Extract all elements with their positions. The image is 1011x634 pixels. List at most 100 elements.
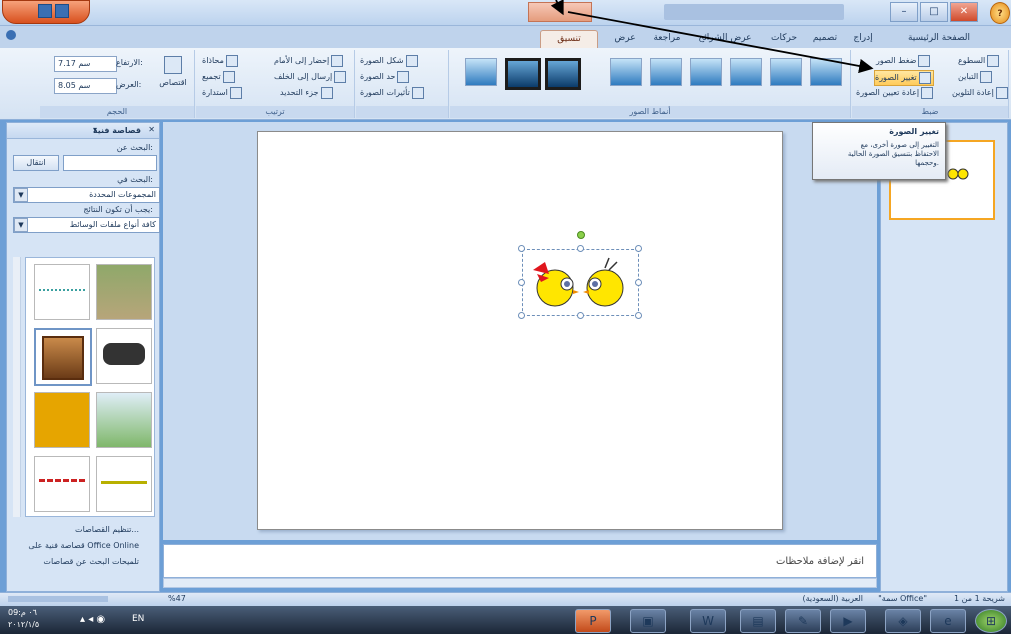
pane-close-icon[interactable]: ✕: [148, 125, 155, 134]
send-back-icon: [334, 70, 347, 83]
results-dropdown-icon[interactable]: ▼: [14, 218, 28, 232]
contrast-button[interactable]: التباين: [958, 70, 994, 84]
clip-item-painting[interactable]: [34, 328, 92, 386]
resize-handle-b[interactable]: [577, 312, 584, 319]
picture-style-5[interactable]: [650, 58, 682, 86]
change-picture-button[interactable]: تغيير الصورة: [874, 70, 934, 86]
picture-style-7[interactable]: [545, 58, 581, 90]
horizontal-scrollbar[interactable]: [163, 578, 877, 588]
selected-picture[interactable]: [522, 249, 639, 316]
help-icon[interactable]: ?: [990, 2, 1010, 24]
picture-style-2[interactable]: [770, 58, 802, 86]
resize-handle-tl[interactable]: [518, 245, 525, 252]
tab-insert[interactable]: إدراج: [846, 30, 880, 46]
minimize-button[interactable]: –: [890, 2, 918, 22]
start-button[interactable]: ⊞: [975, 609, 1007, 633]
clip-item-red-border[interactable]: [34, 456, 90, 512]
taskbar-app-folder-icon[interactable]: ▤: [740, 609, 776, 633]
taskbar-app-ie-icon[interactable]: e: [930, 609, 966, 633]
clip-item-eiffel[interactable]: [96, 392, 152, 448]
tab-home[interactable]: الصفحة الرئيسية: [884, 30, 994, 46]
resize-handle-r[interactable]: [635, 279, 642, 286]
picture-style-1[interactable]: [810, 58, 842, 86]
search-for-label: البحث عن:: [116, 143, 153, 152]
language-indicator[interactable]: EN: [132, 614, 144, 624]
ribbon-minimize-icon[interactable]: [6, 30, 16, 40]
taskbar-app-media-icon[interactable]: ▶: [830, 609, 866, 633]
slide-canvas[interactable]: [257, 131, 783, 530]
resize-handle-l[interactable]: [518, 279, 525, 286]
search-input[interactable]: [63, 155, 157, 171]
picture-border-button[interactable]: حد الصورة: [360, 70, 411, 84]
clock-date: ٢٠١٢/١/٥: [8, 620, 40, 629]
send-to-back-button[interactable]: إرسال إلى الخلف: [274, 70, 348, 84]
picture-style-3[interactable]: [730, 58, 762, 86]
taskbar-app-explorer-icon[interactable]: ◈: [885, 609, 921, 633]
taskbar-app-word-icon[interactable]: W: [690, 609, 726, 633]
office-online-link[interactable]: قصاصة فنية على Office Online: [28, 541, 139, 550]
compress-pictures-button[interactable]: ضغط الصور: [876, 54, 932, 68]
align-icon: [225, 54, 238, 67]
picture-style-8[interactable]: [505, 58, 541, 90]
taskbar-app-paint-icon[interactable]: ✎: [785, 609, 821, 633]
tab-design[interactable]: تصميم: [806, 30, 844, 46]
clip-item-wave[interactable]: [96, 456, 152, 512]
organize-clips-link[interactable]: تنظيم القصاصات...: [75, 525, 139, 534]
picture-shape-button[interactable]: شكل الصورة: [360, 54, 420, 68]
search-in-dropdown-icon[interactable]: ▼: [14, 188, 28, 202]
close-button[interactable]: ✕: [950, 2, 978, 22]
tab-animations[interactable]: حركات: [764, 30, 804, 46]
tab-view[interactable]: عرض: [606, 30, 644, 46]
quick-access-toolbar: [38, 4, 88, 20]
resize-handle-bl[interactable]: [518, 312, 525, 319]
width-spinner[interactable]: 8.05 سم: [54, 78, 117, 94]
pane-menu-icon[interactable]: ▾: [93, 125, 97, 134]
theme-name: "سمة Office": [878, 594, 927, 603]
zoom-slider[interactable]: [8, 596, 108, 602]
taskbar-app-powerpoint-icon[interactable]: P: [575, 609, 611, 633]
selection-pane-button[interactable]: جزء التحديد: [280, 86, 335, 100]
recolor-button[interactable]: إعادة التلوين: [952, 86, 1010, 100]
group-button[interactable]: تجميع: [202, 70, 237, 84]
taskbar-app-calc-icon[interactable]: ▣: [630, 609, 666, 633]
clip-item-landscape[interactable]: [96, 264, 152, 320]
resize-handle-t[interactable]: [577, 245, 584, 252]
tab-format[interactable]: تنسيق: [540, 30, 598, 49]
maximize-button[interactable]: □: [920, 2, 948, 22]
search-tips-link[interactable]: تلميحات البحث عن قصاصات: [43, 557, 139, 566]
clip-scrollbar[interactable]: [13, 257, 21, 517]
save-icon[interactable]: [38, 4, 52, 18]
notes-pane[interactable]: انقر لإضافة ملاحظات: [163, 544, 877, 578]
reset-picture-button[interactable]: إعادة تعيين الصورة: [856, 86, 935, 100]
tab-slideshow[interactable]: عرض الشرائح: [690, 30, 760, 46]
rotate-button[interactable]: استدارة: [202, 86, 244, 100]
go-button[interactable]: انتقال: [13, 155, 59, 171]
undo-icon[interactable]: [55, 4, 69, 18]
resize-handle-br[interactable]: [635, 312, 642, 319]
clip-art-pane-title: قصاصة فنية: [92, 126, 141, 135]
results-select[interactable]: كافة أنواع ملفات الوسائط: [13, 217, 160, 233]
bring-to-front-button[interactable]: إحضار إلى الأمام: [274, 54, 345, 68]
bring-front-icon: [331, 54, 344, 67]
brightness-button[interactable]: السطوع: [958, 54, 1001, 68]
align-button[interactable]: محاذاة: [202, 54, 240, 68]
rotate-handle[interactable]: [577, 231, 585, 239]
clip-item-cow[interactable]: [96, 328, 152, 384]
picture-style-9[interactable]: [465, 58, 497, 86]
clip-item-sunset[interactable]: [34, 392, 90, 448]
tab-review[interactable]: مراجعة: [646, 30, 688, 46]
picture-style-4[interactable]: [690, 58, 722, 86]
picture-effects-button[interactable]: تأثيرات الصورة: [360, 86, 426, 100]
ribbon-tabs: الصفحة الرئيسية إدراج تصميم حركات عرض ال…: [0, 26, 1011, 49]
zoom-level[interactable]: %47: [168, 594, 186, 603]
clip-item-border[interactable]: [34, 264, 90, 320]
search-in-select[interactable]: المجموعات المحددة: [13, 187, 160, 203]
resize-handle-tr[interactable]: [635, 245, 642, 252]
picture-format-group-label: [356, 106, 448, 118]
window-controls: – □ ✕: [888, 2, 988, 24]
clip-results: [25, 257, 155, 517]
height-spinner[interactable]: 7.17 سم: [54, 56, 117, 72]
picture-style-6[interactable]: [610, 58, 642, 86]
crop-button[interactable]: اقتصاص: [156, 54, 190, 94]
results-label: يجب أن تكون النتائج:: [83, 205, 153, 214]
